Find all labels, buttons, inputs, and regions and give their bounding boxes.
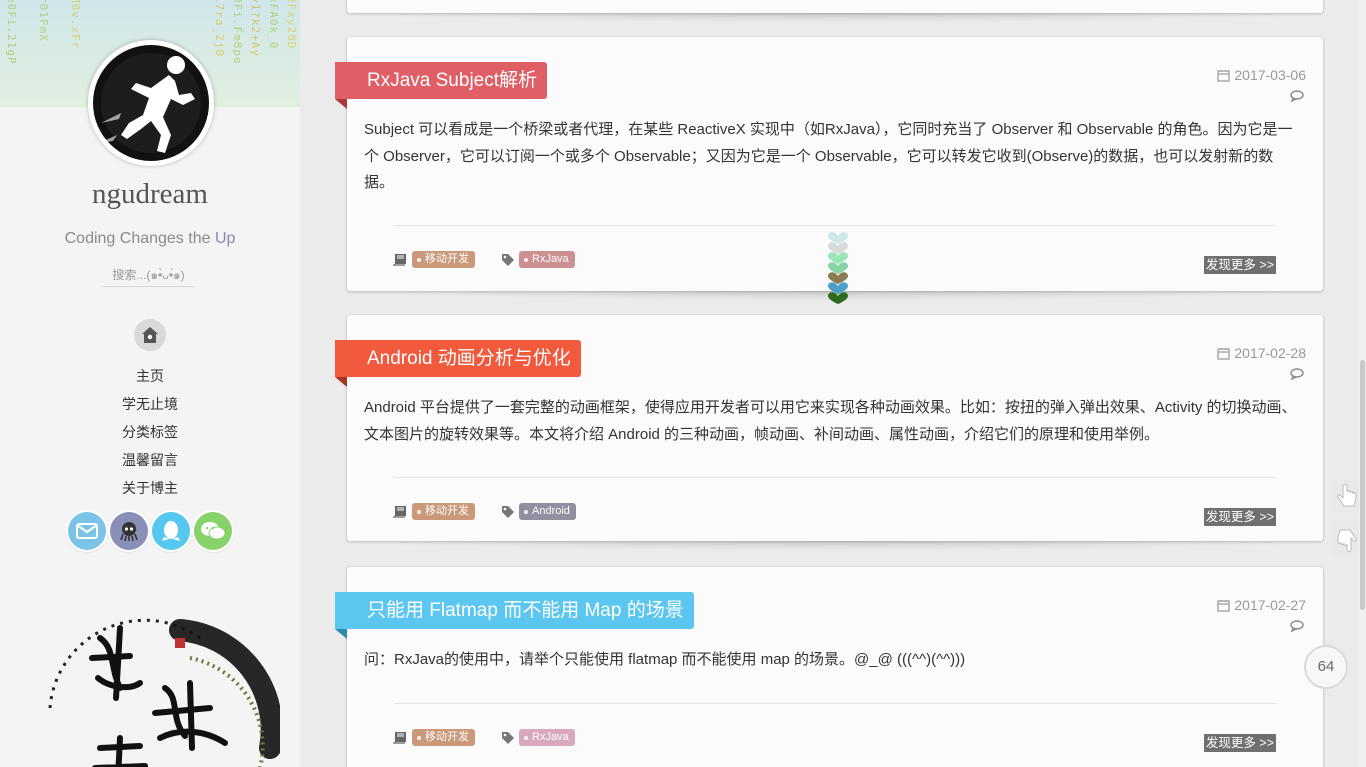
calligraphy-logo — [20, 618, 283, 767]
category-tag[interactable]: 移动开发 — [412, 729, 475, 746]
sidebar: e0Fi.21gP r01FmX M0v.xFr i7ra_2jO 0Fi.Fm… — [0, 0, 300, 767]
calendar-icon — [1217, 347, 1231, 360]
qq-icon[interactable] — [152, 512, 190, 550]
book-icon — [393, 506, 406, 518]
read-more-button[interactable]: 发现更多 >> — [1203, 508, 1276, 526]
scrollbar-thumb[interactable] — [1360, 360, 1365, 610]
read-more-button[interactable]: 发现更多 >> — [1203, 734, 1276, 752]
post-excerpt: Subject 可以看成是一个桥梁或者代理，在某些 ReactiveX 实现中（… — [364, 121, 1293, 191]
post-date: 2017-02-28 — [1217, 345, 1306, 361]
post-card: Android 动画分析与优化 2017-02-28 Android 平台提供了… — [335, 315, 1323, 551]
runner-avatar-image — [93, 45, 209, 161]
post-title-text[interactable]: Android 动画分析与优化 — [367, 348, 571, 369]
post-tag-text: Android — [532, 505, 570, 517]
search-input[interactable] — [102, 263, 195, 287]
book-icon — [393, 254, 406, 266]
scroll-up-hand-icon[interactable] — [1332, 480, 1362, 514]
motto-accent: Up — [214, 230, 236, 247]
post-date-text: 2017-03-06 — [1234, 67, 1306, 83]
matrix-text: 3Fxy28D — [285, 0, 298, 50]
post-title-text[interactable]: 只能用 Flatmap 而不能用 Map 的场景 — [367, 600, 684, 621]
comment-icon[interactable] — [1290, 368, 1304, 380]
calendar-icon — [1217, 599, 1231, 612]
post-tag[interactable]: RxJava — [519, 729, 575, 746]
post-meta: 移动开发 Android — [393, 503, 576, 520]
matrix-text: i7ra_2jO — [213, 0, 226, 57]
matrix-text: kFA0k_0 — [267, 0, 280, 50]
post-title[interactable]: 只能用 Flatmap 而不能用 Map 的场景 — [335, 592, 694, 639]
email-icon[interactable] — [68, 512, 106, 550]
divider — [394, 477, 1276, 478]
site-name[interactable]: ngudream — [0, 178, 300, 211]
category-text: 移动开发 — [425, 505, 469, 517]
calendar-icon — [1217, 69, 1231, 82]
motto-text: Coding Changes the — [64, 230, 215, 247]
main-nav: 主页 学无止境 分类标签 温馨留言 关于博主 — [0, 365, 300, 505]
tag-icon — [502, 253, 514, 266]
post-title[interactable]: RxJava Subject解析 — [335, 62, 548, 109]
hearts-decoration — [826, 228, 850, 308]
post-list: RxJava Subject解析 2017-03-06 Subject 可以看成… — [300, 0, 1360, 767]
nav-item-categories[interactable]: 分类标签 — [0, 421, 300, 449]
divider — [394, 225, 1276, 226]
matrix-text: M0v.xFr — [69, 0, 82, 50]
title-ribbon-fold — [335, 377, 347, 387]
nav-item-learning[interactable]: 学无止境 — [0, 393, 300, 421]
title-ribbon-fold — [335, 629, 347, 639]
comment-icon[interactable] — [1290, 90, 1304, 102]
tag-icon — [502, 505, 514, 518]
tag-icon — [502, 731, 514, 744]
home-icon[interactable] — [134, 319, 166, 351]
category-text: 移动开发 — [425, 731, 469, 743]
matrix-text: v1?k2+Ay — [249, 0, 262, 57]
scroll-down-hand-icon[interactable] — [1332, 522, 1362, 556]
nav-item-home[interactable]: 主页 — [0, 365, 300, 393]
matrix-text: r01FmX — [37, 0, 50, 42]
category-text: 移动开发 — [425, 253, 469, 265]
post-meta: 移动开发 RxJava — [393, 251, 575, 268]
post-tag-text: RxJava — [532, 253, 569, 265]
post-tag[interactable]: Android — [519, 503, 576, 520]
post-excerpt: 问：RxJava的使用中，请举个只能使用 flatmap 而不能使用 map 的… — [364, 651, 966, 668]
category-tag[interactable]: 移动开发 — [412, 251, 475, 268]
comment-icon[interactable] — [1290, 620, 1304, 632]
divider — [394, 703, 1276, 704]
post-title[interactable]: Android 动画分析与优化 — [335, 340, 581, 387]
post-date-text: 2017-02-27 — [1234, 597, 1306, 613]
site-motto: Coding Changes the Up — [0, 230, 300, 248]
post-card: 只能用 Flatmap 而不能用 Map 的场景 2017-02-27 问：Rx… — [335, 567, 1323, 767]
nav-item-about[interactable]: 关于博主 — [0, 477, 300, 505]
title-ribbon-fold — [335, 99, 347, 109]
post-tag[interactable]: RxJava — [519, 251, 575, 268]
matrix-text: e0Fi.21gP — [5, 0, 18, 65]
category-tag[interactable]: 移动开发 — [412, 503, 475, 520]
post-date: 2017-03-06 — [1217, 67, 1306, 83]
post-excerpt: Android 平台提供了一套完整的动画框架，使得应用开发者可以用它来实现各种动… — [364, 399, 1297, 443]
avatar[interactable] — [88, 40, 214, 166]
post-title-text[interactable]: RxJava Subject解析 — [367, 70, 537, 91]
post-card-partial — [347, 0, 1323, 23]
read-progress-indicator[interactable]: 64 — [1304, 645, 1348, 689]
wechat-icon[interactable] — [194, 512, 232, 550]
read-more-button[interactable]: 发现更多 >> — [1203, 256, 1276, 274]
post-tag-text: RxJava — [532, 731, 569, 743]
post-date: 2017-02-27 — [1217, 597, 1306, 613]
nav-item-guestbook[interactable]: 温馨留言 — [0, 449, 300, 477]
matrix-text: 0Fi.Fm8pe — [231, 0, 244, 65]
book-icon — [393, 732, 406, 744]
post-date-text: 2017-02-28 — [1234, 345, 1306, 361]
social-links — [68, 512, 238, 552]
github-icon[interactable] — [110, 512, 148, 550]
post-meta: 移动开发 RxJava — [393, 729, 575, 746]
